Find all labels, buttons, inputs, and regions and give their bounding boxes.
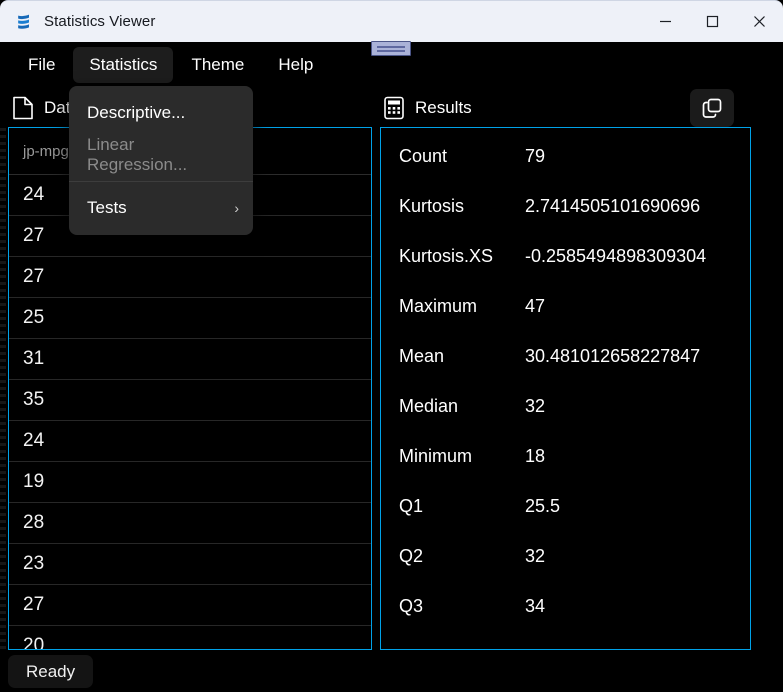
cell-value: 23 [23, 553, 45, 574]
menu-help[interactable]: Help [262, 47, 329, 83]
menu-separator [69, 181, 253, 182]
menu-theme[interactable]: Theme [175, 47, 260, 83]
result-value: 32 [525, 546, 546, 566]
statistics-dropdown-menu: Descriptive... Linear Regression... Test… [69, 86, 253, 235]
title-bar: Statistics Viewer [0, 0, 783, 42]
result-row: Mean 30.481012658227847 [399, 346, 750, 396]
table-row[interactable]: 31 [9, 339, 371, 380]
status-text: Ready [26, 661, 76, 681]
snap-hint-bar [377, 49, 405, 52]
result-row: Q1 25.5 [399, 496, 750, 546]
maximize-button[interactable] [689, 1, 736, 42]
menu-item-tests[interactable]: Tests › [69, 187, 253, 229]
menu-item-label: Linear Regression... [87, 135, 188, 174]
result-label: Maximum [399, 296, 478, 316]
result-label: Count [399, 146, 448, 166]
result-value: 25.5 [525, 496, 561, 516]
result-label: Q1 [399, 496, 424, 516]
table-row[interactable]: 24 [9, 421, 371, 462]
result-label: Q2 [399, 546, 424, 566]
minimize-icon [660, 20, 671, 23]
menu-item-label: Descriptive... [87, 103, 186, 122]
result-row: Kurtosis 2.7414505101690696 [399, 196, 750, 246]
result-label: Minimum [399, 446, 473, 466]
result-row: Kurtosis.XS -0.2585494898309304 [399, 246, 750, 296]
copy-icon [702, 98, 722, 118]
result-row: Maximum 47 [399, 296, 750, 346]
menu-item-descriptive[interactable]: Descriptive... [69, 92, 253, 134]
scala-logo-icon [18, 14, 29, 29]
window-title: Statistics Viewer [44, 13, 156, 30]
menu-statistics[interactable]: Statistics [73, 46, 174, 83]
cell-value: 27 [23, 266, 45, 287]
result-value: 34 [525, 596, 546, 616]
result-label: Median [399, 396, 459, 416]
copy-button[interactable] [690, 89, 734, 127]
maximize-icon [706, 15, 719, 28]
statistics-viewer-window: Statistics Viewer File Statistics Theme … [0, 0, 783, 692]
title-bar-left: Statistics Viewer [0, 1, 642, 42]
data-grid-body: 24 27 27 25 31 35 24 19 28 23 27 20 [9, 175, 371, 650]
result-value: 30.481012658227847 [525, 346, 701, 366]
document-icon [13, 96, 33, 119]
table-row[interactable]: 19 [9, 462, 371, 503]
cell-value: 19 [23, 471, 45, 492]
cell-value: 31 [23, 348, 45, 369]
cell-value: 25 [23, 307, 45, 328]
result-value: 2.7414505101690696 [525, 196, 701, 216]
table-row[interactable]: 27 [9, 585, 371, 626]
snap-layout-hint[interactable] [371, 41, 411, 56]
data-panel-scroll-strip[interactable] [0, 128, 6, 650]
chevron-right-icon: › [234, 200, 239, 216]
result-value: 79 [525, 146, 546, 166]
menu-item-label: Tests [87, 198, 127, 217]
result-value: 18 [525, 446, 546, 466]
results-panel: Count 79 Kurtosis 2.7414505101690696 Kur… [380, 127, 751, 650]
result-label: Mean [399, 346, 445, 366]
menu-item-linear-regression: Linear Regression... [69, 134, 253, 176]
calculator-icon [384, 96, 404, 119]
table-row[interactable]: 35 [9, 380, 371, 421]
status-bar: Ready [8, 655, 94, 688]
result-row: Q3 34 [399, 596, 750, 646]
table-row[interactable]: 25 [9, 298, 371, 339]
close-button[interactable] [736, 1, 783, 42]
result-value: 47 [525, 296, 546, 316]
result-row: Minimum 18 [399, 446, 750, 496]
table-row[interactable]: 27 [9, 257, 371, 298]
table-row[interactable]: 28 [9, 503, 371, 544]
result-row: Q2 32 [399, 546, 750, 596]
cell-value: 35 [23, 389, 45, 410]
close-icon [754, 16, 765, 27]
result-value: -0.2585494898309304 [525, 246, 707, 266]
result-row: Median 32 [399, 396, 750, 446]
results-list: Count 79 Kurtosis 2.7414505101690696 Kur… [381, 128, 750, 646]
snap-hint-bar [377, 45, 405, 48]
cell-value: 20 [23, 635, 45, 650]
cell-value: 27 [23, 594, 45, 615]
window-controls [642, 1, 783, 42]
tab-results[interactable]: Results [383, 96, 472, 120]
result-value: 32 [525, 396, 546, 416]
cell-value: 28 [23, 512, 45, 533]
result-label: Q3 [399, 596, 424, 616]
result-row: Count 79 [399, 146, 750, 196]
table-row[interactable]: 23 [9, 544, 371, 585]
menu-file[interactable]: File [12, 47, 71, 83]
result-label: Kurtosis.XS [399, 246, 494, 266]
tab-results-label: Results [415, 97, 472, 117]
table-row[interactable]: 20 [9, 626, 371, 650]
minimize-button[interactable] [642, 1, 689, 42]
cell-value: 24 [23, 430, 45, 451]
result-label: Kurtosis [399, 196, 465, 216]
